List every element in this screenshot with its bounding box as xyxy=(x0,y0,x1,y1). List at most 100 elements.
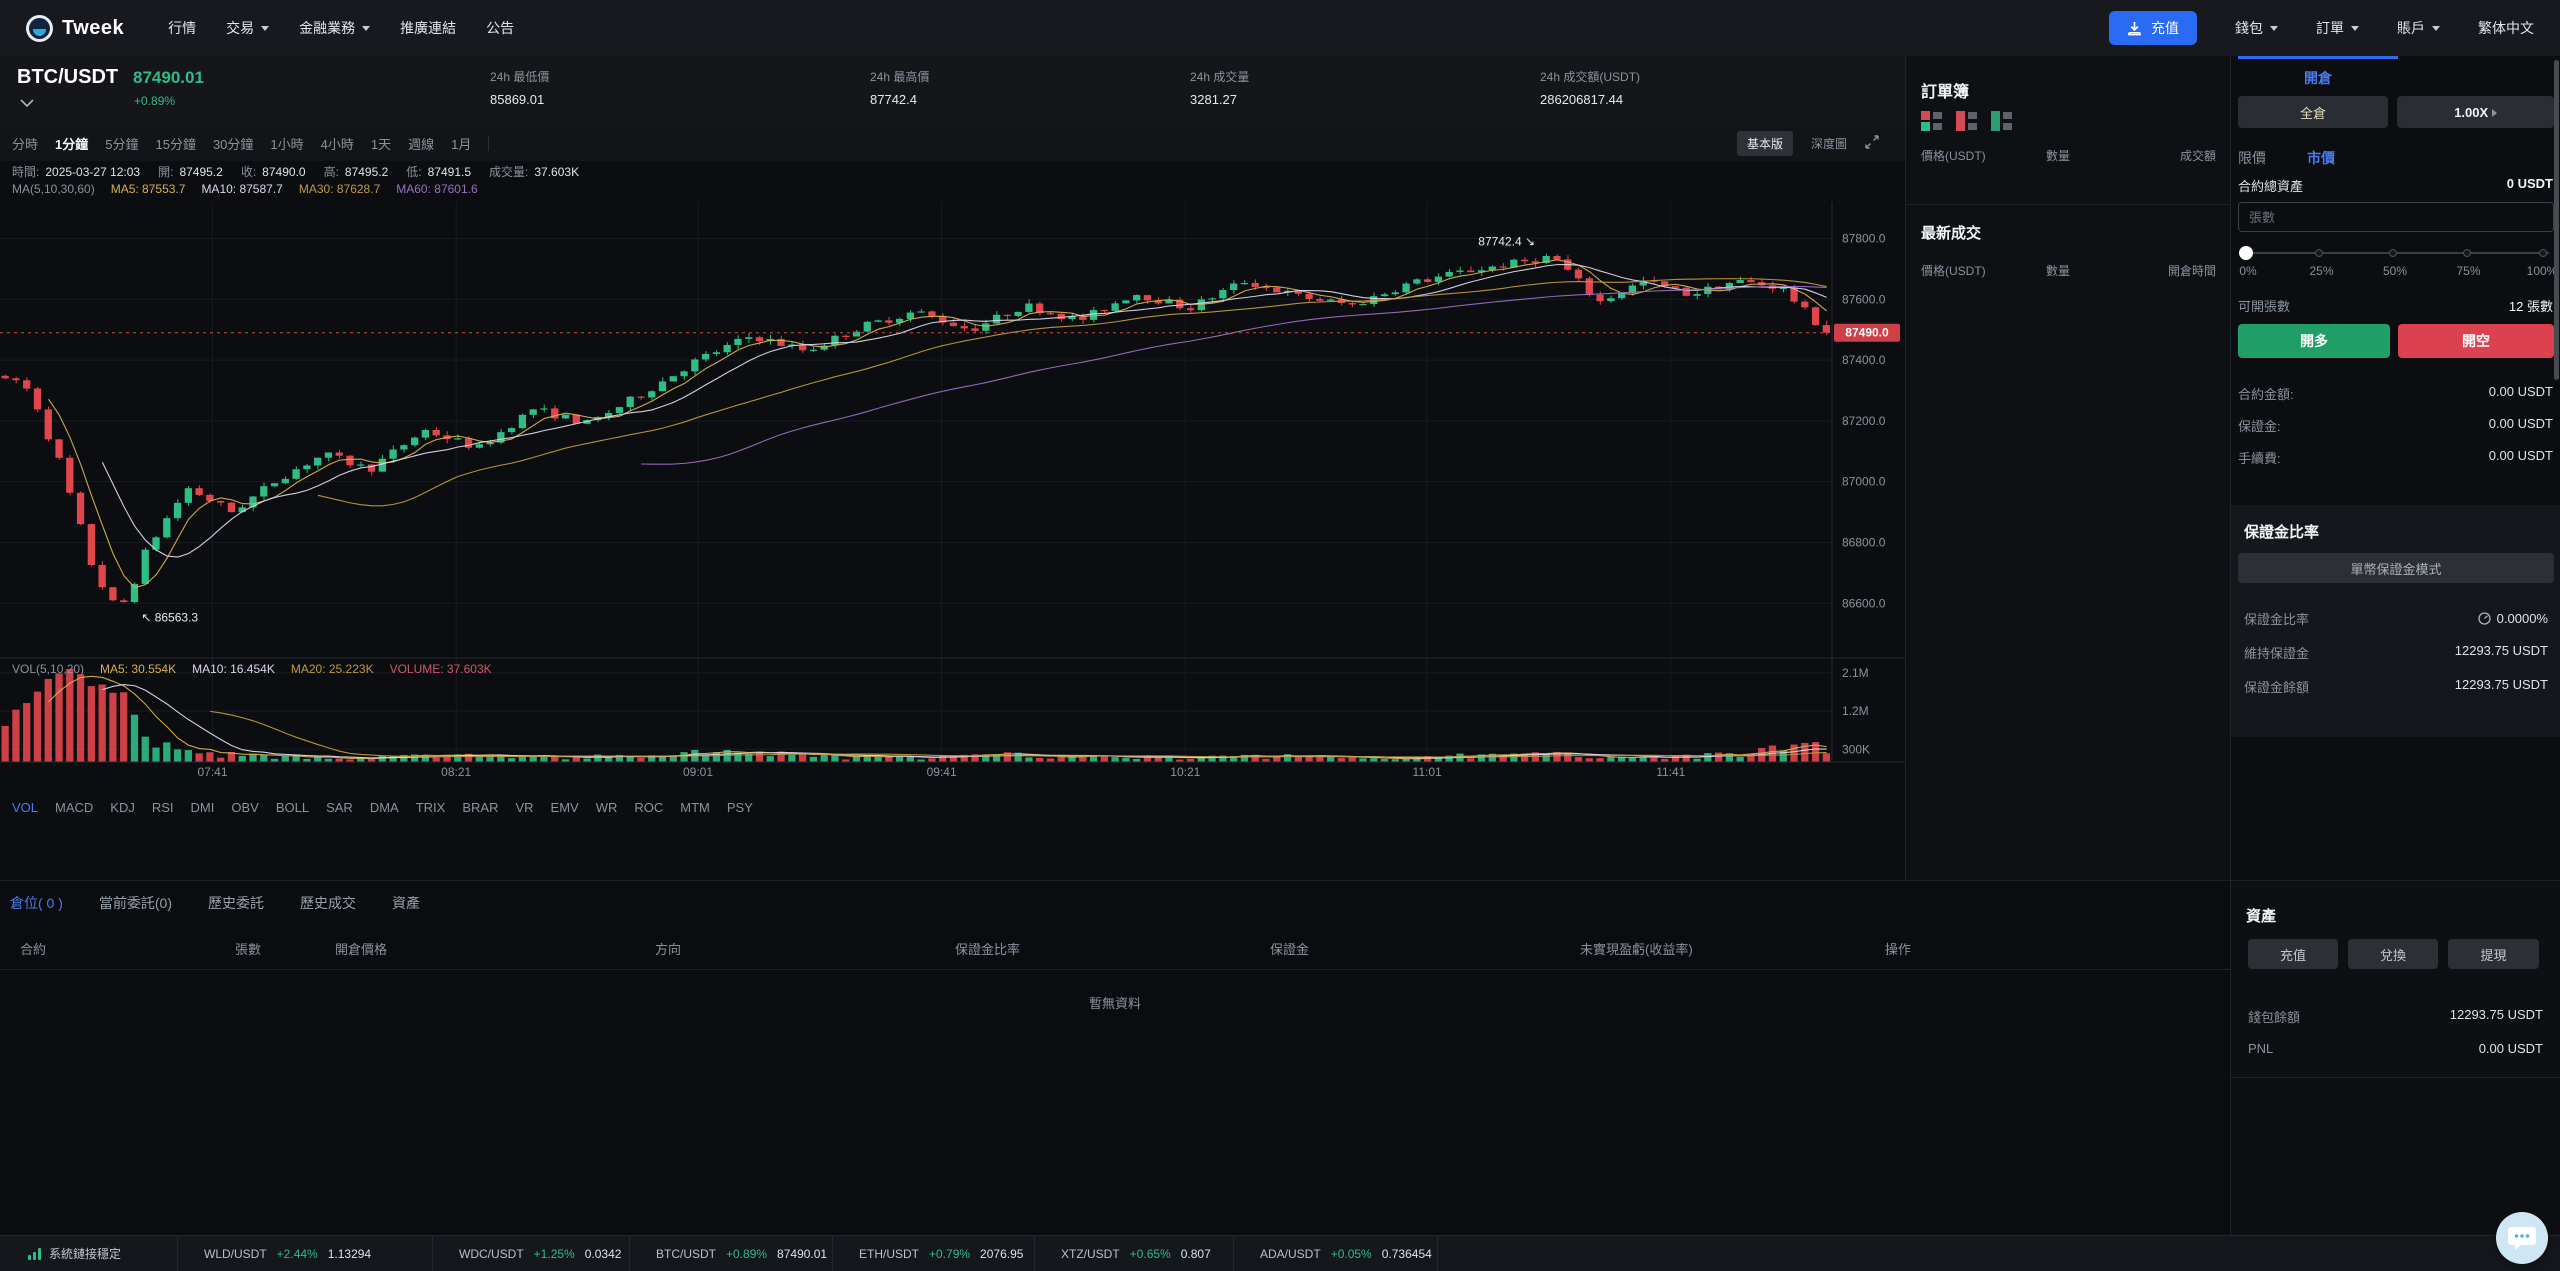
quantity-slider[interactable] xyxy=(2239,246,2549,260)
timeframe-tab[interactable]: 5分鐘 xyxy=(105,134,138,153)
view-basic-button[interactable]: 基本版 xyxy=(1736,131,1793,156)
indicator-tab-mtm[interactable]: MTM xyxy=(680,800,710,815)
assets-deposit-button[interactable]: 充值 xyxy=(2248,939,2338,969)
ticker-item[interactable]: XTZ/USDT +0.65% 0.807 xyxy=(1035,1236,1234,1271)
ticker-item[interactable]: WLD/USDT +2.44% 1.13294 xyxy=(178,1236,433,1271)
pair-selector-chevron-down-icon[interactable] xyxy=(20,96,34,111)
single-coin-margin-mode-button[interactable]: 單幣保證金模式 xyxy=(2238,553,2554,583)
timeframe-tab[interactable]: 週線 xyxy=(408,134,434,153)
pnl-row: PNL 0.00 USDT xyxy=(2248,1041,2543,1056)
brand-logo[interactable] xyxy=(26,14,53,42)
nav-referral[interactable]: 推廣連結 xyxy=(400,18,456,38)
positions-column-header: 合約 xyxy=(20,942,47,957)
slider-tick-50[interactable] xyxy=(2389,249,2397,257)
indicator-tab-dma[interactable]: DMA xyxy=(370,800,399,815)
assets-convert-button[interactable]: 兌換 xyxy=(2348,939,2438,969)
timeframe-tab[interactable]: 分時 xyxy=(12,134,38,153)
orderbook-layout-icons xyxy=(1921,110,2013,132)
signal-bars-icon xyxy=(28,1247,41,1260)
indicator-tab-macd[interactable]: MACD xyxy=(55,800,93,815)
ticker-change: +0.65% xyxy=(1129,1246,1171,1261)
indicator-tab-wr[interactable]: WR xyxy=(596,800,618,815)
margin-mode-button[interactable]: 全倉 xyxy=(2238,96,2388,128)
order-type-market-tab[interactable]: 市價 xyxy=(2307,148,2335,168)
positions-tab[interactable]: 歷史委託 xyxy=(208,893,264,913)
ma-legend-ma5: MA5: 87553.7 xyxy=(110,182,186,196)
ticker-item[interactable]: ETH/USDT +0.79% 2076.95 xyxy=(833,1236,1035,1271)
ohlc-value: 37.603K xyxy=(534,165,580,179)
nav-announcement[interactable]: 公告 xyxy=(486,18,514,38)
timeframe-tab[interactable]: 1分鐘 xyxy=(55,134,88,153)
menu-orders[interactable]: 訂單 xyxy=(2316,18,2359,38)
candlestick-chart[interactable]: 87800.0 87600.0 87400.0 87200.0 87000.0 86800… xyxy=(0,202,1905,782)
nav-finance-label: 金融業務 xyxy=(299,20,356,36)
assets-withdraw-button[interactable]: 提現 xyxy=(2448,939,2539,969)
quantity-input[interactable] xyxy=(2238,202,2554,232)
indicator-tab-dmi[interactable]: DMI xyxy=(191,800,215,815)
indicator-tab-kdj[interactable]: KDJ xyxy=(110,800,135,815)
open-short-button[interactable]: 開空 xyxy=(2398,324,2554,358)
nav-finance[interactable]: 金融業務 xyxy=(299,18,371,38)
timeframe-tab[interactable]: 15分鐘 xyxy=(155,134,195,153)
open-long-button[interactable]: 開多 xyxy=(2238,324,2390,358)
margin-balance-value: 12293.75 USDT xyxy=(2454,677,2548,692)
brand-name[interactable]: Tweek xyxy=(62,17,124,40)
positions-tab[interactable]: 倉位( 0 ) xyxy=(10,893,63,913)
timeframe-tab[interactable]: 30分鐘 xyxy=(213,134,253,153)
ticker-item[interactable]: BTC/USDT +0.89% 87490.01 xyxy=(630,1236,833,1271)
indicator-tab-brar[interactable]: BRAR xyxy=(462,800,498,815)
menu-language[interactable]: 繁体中文 xyxy=(2478,18,2534,38)
timeframe-tab[interactable]: 1小時 xyxy=(270,134,303,153)
orderbook-layout-bids-icon[interactable] xyxy=(1991,110,2013,132)
nav-trade[interactable]: 交易 xyxy=(226,18,270,38)
chat-widget-button[interactable] xyxy=(2496,1212,2548,1264)
contract-amount-row: 合約金額: 0.00 USDT xyxy=(2238,384,2553,403)
positions-tab[interactable]: 當前委託(0) xyxy=(99,893,172,913)
menu-account[interactable]: 賬戶 xyxy=(2397,18,2440,38)
indicator-tab-vr[interactable]: VR xyxy=(515,800,533,815)
timeframe-tab[interactable]: 1月 xyxy=(451,134,471,153)
nav-markets[interactable]: 行情 xyxy=(168,18,196,38)
indicator-tab-boll[interactable]: BOLL xyxy=(276,800,309,815)
indicator-tab-trix[interactable]: TRIX xyxy=(416,800,446,815)
pair-name[interactable]: BTC/USDT xyxy=(17,66,118,89)
positions-column-header: 保證金比率 xyxy=(955,942,1021,957)
ticker-change: +0.05% xyxy=(1330,1246,1372,1261)
indicator-tab-rsi[interactable]: RSI xyxy=(152,800,174,815)
slider-thumb[interactable] xyxy=(2239,246,2253,260)
timeframe-tab[interactable]: 4小時 xyxy=(321,134,354,153)
leverage-button[interactable]: 1.00X xyxy=(2397,96,2554,128)
assets-divider xyxy=(2231,1077,2560,1078)
chart-fullscreen-icon[interactable] xyxy=(1865,135,1879,152)
timeframe-tab[interactable]: 1天 xyxy=(371,134,391,153)
menu-language-label: 繁体中文 xyxy=(2478,20,2534,36)
orderbook-layout-asks-icon[interactable] xyxy=(1956,110,1978,132)
tab-open-position[interactable]: 開倉 xyxy=(2238,68,2398,88)
ticker-item[interactable]: WDC/USDT +1.25% 0.0342 xyxy=(433,1236,630,1271)
indicator-tab-psy[interactable]: PSY xyxy=(727,800,753,815)
panel-scrollbar[interactable] xyxy=(2554,60,2559,380)
margin-row: 保證金: 0.00 USDT xyxy=(2238,416,2553,435)
status-ticker-bar: 系統鏈接穩定 WLD/USDT +2.44% 1.13294 WDC/USDT +1.2… xyxy=(0,1235,2560,1271)
indicator-tab-obv[interactable]: OBV xyxy=(231,800,258,815)
ticker-item[interactable]: ADA/USDT +0.05% 0.736454 xyxy=(1234,1236,1438,1271)
menu-wallet[interactable]: 錢包 xyxy=(2235,18,2278,38)
slider-tick-100[interactable] xyxy=(2539,249,2547,257)
pnl-value: 0.00 USDT xyxy=(2478,1041,2543,1056)
indicator-tab-sar[interactable]: SAR xyxy=(326,800,353,815)
ticker-price: 0.736454 xyxy=(1381,1246,1432,1261)
ohlc-value: 87490.0 xyxy=(262,165,306,179)
orderbook-layout-both-icon[interactable] xyxy=(1921,110,1943,132)
slider-tick-25[interactable] xyxy=(2315,249,2323,257)
gauge-icon xyxy=(2478,612,2491,625)
order-type-limit-tab[interactable]: 限價 xyxy=(2238,148,2266,168)
indicator-tab-vol[interactable]: VOL xyxy=(12,800,38,815)
positions-tab[interactable]: 資產 xyxy=(392,893,420,913)
view-depth-button[interactable]: 深度圖 xyxy=(1803,131,1855,156)
slider-tick-75[interactable] xyxy=(2463,249,2471,257)
positions-tab[interactable]: 歷史成交 xyxy=(300,893,356,913)
deposit-button[interactable]: 充值 xyxy=(2109,11,2197,45)
positions-tabs: 倉位( 0 ) 當前委託(0) 歷史委託 歷史成交 資產 xyxy=(10,893,420,913)
indicator-tab-roc[interactable]: ROC xyxy=(634,800,663,815)
indicator-tab-emv[interactable]: EMV xyxy=(551,800,579,815)
